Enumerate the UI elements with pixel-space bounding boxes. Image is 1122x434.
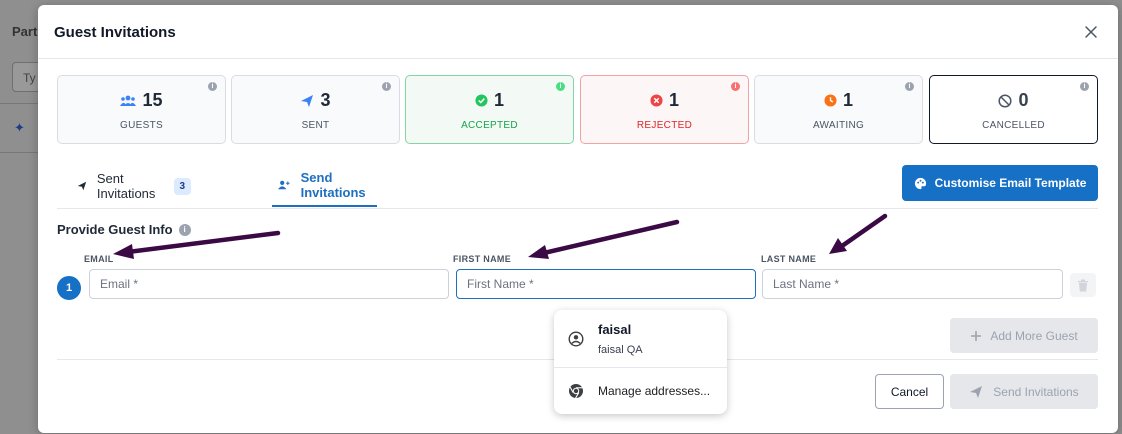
manage-addresses-label: Manage addresses...: [598, 384, 711, 398]
stat-card-cancelled: i 0 CANCELLED: [929, 75, 1098, 144]
background-divider: [0, 152, 40, 153]
section-title: Provide Guest Info i: [57, 222, 191, 237]
chrome-icon: [569, 384, 583, 399]
tab-send-invitations[interactable]: Send Invitations: [272, 165, 377, 207]
tabs-divider: [57, 208, 1098, 209]
cancel-button[interactable]: Cancel: [875, 374, 944, 409]
button-label: Send Invitations: [993, 384, 1079, 399]
check-circle-icon: [475, 94, 488, 107]
delete-row-button[interactable]: [1070, 273, 1096, 297]
send-invitations-button[interactable]: Send Invitations: [950, 374, 1098, 409]
stat-value: 1: [493, 90, 504, 110]
ban-icon: [998, 93, 1013, 108]
stat-card-rejected: i 1 REJECTED: [580, 75, 749, 144]
button-label: Customise Email Template: [934, 176, 1087, 190]
users-icon: [120, 95, 137, 106]
manage-addresses-option[interactable]: Manage addresses...: [554, 368, 727, 414]
email-field[interactable]: [89, 269, 449, 299]
modal-header: Guest Invitations: [38, 5, 1118, 59]
background-label: Part: [12, 24, 38, 39]
stat-card-sent: i 3 SENT: [231, 75, 400, 144]
x-circle-icon: [650, 94, 663, 107]
paper-plane-icon: [77, 181, 87, 191]
stat-label: SENT: [301, 120, 330, 131]
add-more-guest-button[interactable]: Add More Guest: [950, 318, 1098, 353]
party-icon: ✦: [14, 120, 25, 135]
close-button[interactable]: [1082, 23, 1100, 41]
paper-plane-icon: [301, 94, 314, 107]
column-label-first-name: FIRST NAME: [453, 254, 511, 264]
user-plus-icon: [278, 180, 290, 190]
customise-email-template-button[interactable]: Customise Email Template: [902, 165, 1098, 201]
last-name-field[interactable]: [762, 269, 1063, 299]
background-divider: [0, 103, 40, 104]
stat-label: CANCELLED: [982, 120, 1045, 131]
stat-value: 1: [842, 90, 853, 110]
tab-sent-invitations[interactable]: Sent Invitations 3: [77, 165, 192, 207]
palette-icon: [914, 177, 926, 189]
autofill-profile-option[interactable]: faisal faisal QA: [554, 310, 727, 368]
stat-value: 1: [668, 90, 679, 110]
stat-value: 0: [1018, 90, 1029, 110]
count-badge: 3: [173, 177, 192, 195]
tab-label: Send Invitations: [300, 170, 366, 200]
column-label-email: EMAIL: [84, 254, 114, 264]
stat-value: 3: [320, 90, 331, 110]
button-label: Add More Guest: [990, 328, 1078, 343]
stat-card-accepted: i 1 ACCEPTED: [405, 75, 574, 144]
first-name-field[interactable]: [456, 269, 756, 299]
autofill-profile-name: faisal: [598, 322, 632, 337]
column-label-last-name: LAST NAME: [761, 254, 817, 264]
autofill-dropdown: faisal faisal QA Manage addresses...: [554, 310, 727, 414]
row-number-badge: 1: [57, 276, 81, 300]
stat-value: 15: [142, 90, 163, 110]
tab-label: Sent Invitations: [96, 171, 156, 201]
info-icon[interactable]: i: [178, 223, 191, 236]
stat-card-awaiting: i 1 AWAITING: [754, 75, 923, 144]
account-circle-icon: [568, 331, 584, 347]
plus-icon: [971, 330, 982, 341]
modal-title: Guest Invitations: [54, 24, 176, 41]
paper-plane-icon: [970, 385, 983, 398]
stat-label: GUESTS: [120, 120, 163, 131]
close-icon: [1085, 26, 1097, 38]
stat-card-guests: i 15 GUESTS: [57, 75, 226, 144]
trash-icon: [1078, 279, 1088, 291]
stats-row: i 15 GUESTS i 3 SENT i 1 ACCEPTED i 1 RE…: [57, 75, 1098, 145]
autofill-profile-sub: faisal QA: [598, 344, 643, 356]
stat-label: REJECTED: [636, 120, 693, 131]
stat-label: ACCEPTED: [461, 120, 518, 131]
clock-icon: [824, 94, 837, 107]
stat-label: AWAITING: [812, 120, 865, 131]
